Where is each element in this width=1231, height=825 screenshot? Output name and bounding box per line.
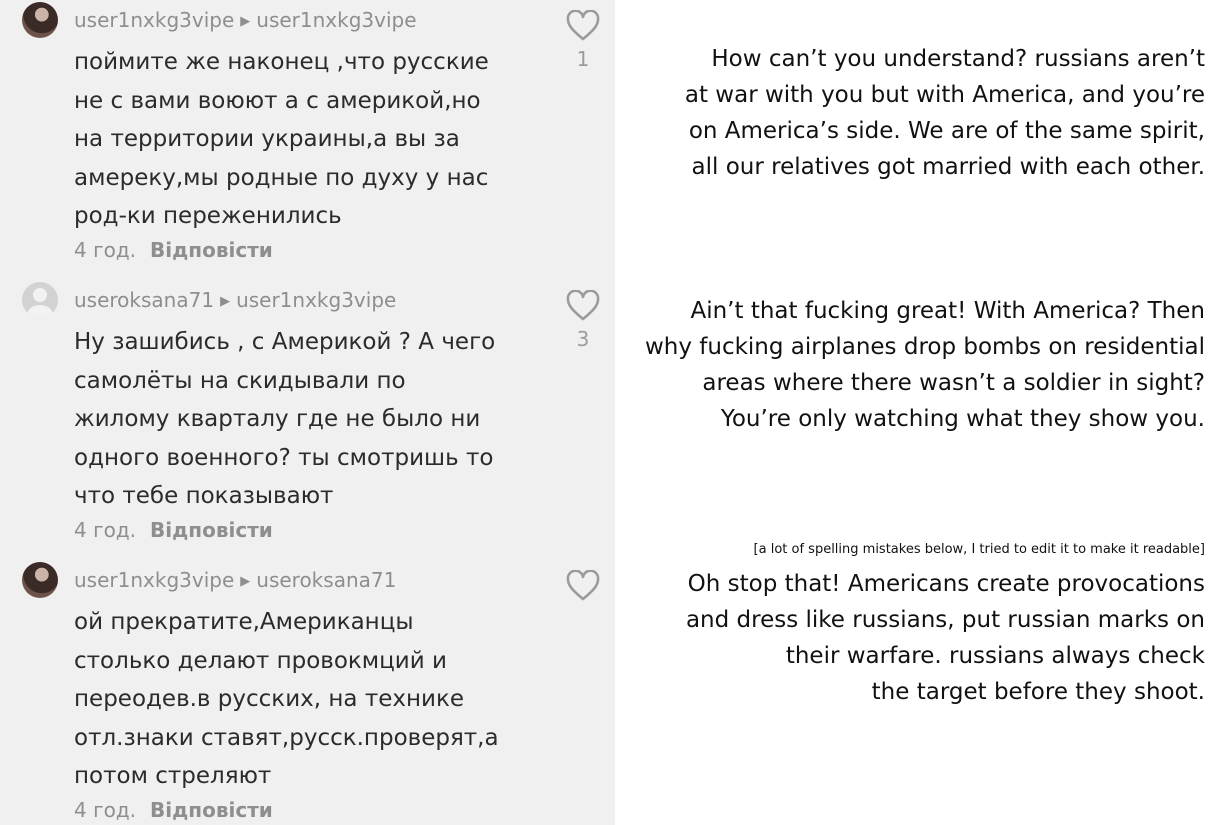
reply-to-user[interactable]: user1nxkg3vipe — [236, 288, 396, 312]
comment-meta: user1nxkg3vipe ▶ user1nxkg3vipe — [74, 7, 417, 35]
comment-meta: useroksana71 ▶ user1nxkg3vipe — [74, 287, 396, 315]
reply-button[interactable]: Відповісти — [150, 798, 273, 822]
translation-text: Oh stop that! Americans create provocati… — [685, 571, 1205, 705]
translation-text: How can’t you understand? russians aren’… — [684, 46, 1205, 180]
comment-time: 4 год. — [74, 798, 137, 822]
comments-panel: user1nxkg3vipe ▶ user1nxkg3vipe поймите же… — [0, 0, 615, 825]
reply-button[interactable]: Відповісти — [150, 518, 273, 542]
like-heart-icon[interactable] — [566, 290, 600, 322]
translation-text: Ain’t that fucking great! With America? … — [644, 298, 1205, 432]
comment-text: Ну зашибись , с Америкой ? А чего самолё… — [74, 329, 496, 509]
translator-note: [a lot of spelling mistakes below, I tri… — [753, 542, 1205, 557]
comment-time: 4 год. — [74, 518, 137, 542]
comment-footer: 4 год. Відповісти — [74, 517, 273, 543]
avatar[interactable] — [22, 282, 58, 318]
reply-button[interactable]: Відповісти — [150, 238, 273, 262]
comment-author[interactable]: user1nxkg3vipe — [74, 8, 234, 32]
avatar[interactable] — [22, 562, 58, 598]
like-heart-icon[interactable] — [566, 10, 600, 42]
screenshot-page: user1nxkg3vipe ▶ user1nxkg3vipe поймите же… — [0, 0, 1231, 825]
comment-text: ой прекратите,Американцы столько делают … — [74, 609, 499, 789]
comment-author[interactable]: user1nxkg3vipe — [74, 568, 234, 592]
avatar[interactable] — [22, 2, 58, 38]
comment-text: поймите же наконец ,что русские не с вам… — [74, 49, 489, 229]
reply-to-user[interactable]: useroksana71 — [256, 568, 396, 592]
reply-arrow-icon: ▶ — [240, 574, 251, 589]
like-heart-icon[interactable] — [566, 570, 600, 602]
reply-arrow-icon: ▶ — [240, 14, 251, 29]
like-count: 3 — [576, 327, 590, 351]
reply-to-user[interactable]: user1nxkg3vipe — [256, 8, 416, 32]
comment-footer: 4 год. Відповісти — [74, 797, 273, 823]
comment-author[interactable]: useroksana71 — [74, 288, 214, 312]
comment-meta: user1nxkg3vipe ▶ useroksana71 — [74, 567, 396, 595]
like-count: 1 — [576, 47, 590, 71]
comment-footer: 4 год. Відповісти — [74, 237, 273, 263]
reply-arrow-icon: ▶ — [220, 294, 231, 309]
comment-time: 4 год. — [74, 238, 137, 262]
